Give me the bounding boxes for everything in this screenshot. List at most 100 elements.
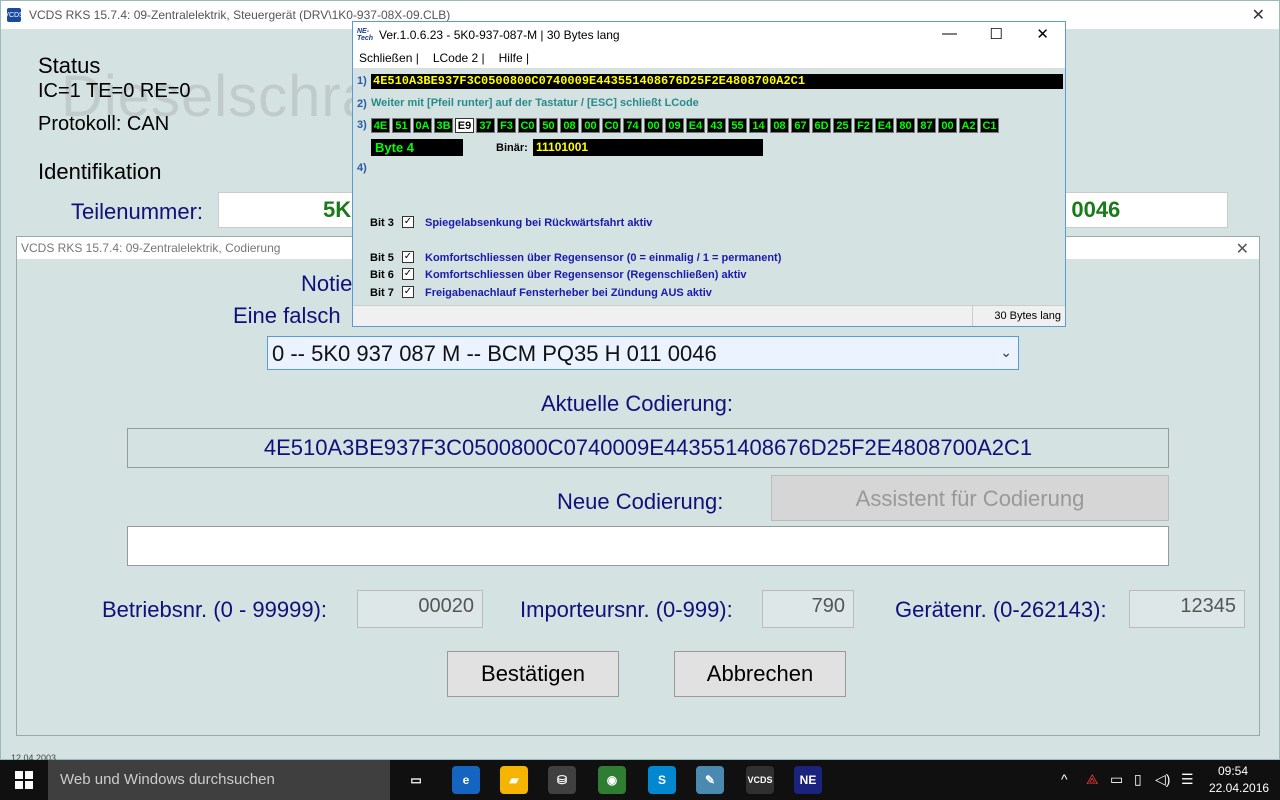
byte-cell[interactable]: E4 (686, 118, 705, 133)
lcode-status-bar: 30 Bytes lang (353, 305, 1065, 326)
main-close-button[interactable]: ✕ (1252, 5, 1265, 25)
byte-cell[interactable]: 3B (434, 118, 453, 133)
byte-cell[interactable]: 4E (371, 118, 390, 133)
workshop-number-input[interactable]: 00020 (357, 590, 483, 628)
clock-time[interactable]: 09:54 (1218, 764, 1248, 778)
acrobat-icon[interactable]: ⟁ (1086, 771, 1099, 788)
byte-length-status: 30 Bytes lang (994, 310, 1061, 322)
network-icon[interactable]: ▯ (1134, 771, 1142, 788)
byte-cell[interactable]: 80 (896, 118, 915, 133)
byte-cell[interactable]: F2 (854, 118, 873, 133)
binary-label: Binär: (496, 142, 528, 154)
byte-cell[interactable]: 00 (644, 118, 663, 133)
clock-date[interactable]: 22.04.2016 (1209, 781, 1269, 795)
bit-label: Bit 5 (370, 252, 394, 264)
byte-cell[interactable]: 43 (707, 118, 726, 133)
byte-cell[interactable]: C0 (602, 118, 621, 133)
bit-7-checkbox[interactable]: ✓ (402, 286, 414, 298)
current-coding-label: Aktuelle Codierung: (541, 391, 734, 416)
cancel-button[interactable]: Abbrechen (674, 651, 846, 697)
row-number-2: 2) (357, 98, 367, 110)
minimize-button[interactable]: — (942, 25, 957, 42)
byte-cell[interactable]: 0A (413, 118, 432, 133)
new-coding-input[interactable] (127, 526, 1169, 566)
protocol-label: Protokoll: CAN (38, 113, 170, 135)
netech-icon[interactable]: NE (794, 766, 822, 794)
byte-cell[interactable]: 51 (392, 118, 411, 133)
hint-text: Weiter mit [Pfeil runter] auf der Tastat… (371, 97, 699, 109)
chrome-icon[interactable]: ◉ (598, 766, 626, 794)
byte-cell[interactable]: C1 (980, 118, 999, 133)
ecu-select[interactable]: 0 -- 5K0 937 087 M -- BCM PQ35 H 011 004… (267, 336, 1019, 370)
byte-cell[interactable]: 09 (665, 118, 684, 133)
byte-cell[interactable]: E9 (455, 118, 474, 133)
byte-cell[interactable]: E4 (875, 118, 894, 133)
importer-number-input[interactable]: 790 (762, 590, 854, 628)
bit-label: Bit 6 (370, 269, 394, 281)
menu-help[interactable]: Hilfe | (499, 51, 529, 65)
volume-icon[interactable]: ◁) (1155, 771, 1170, 788)
task-view-icon[interactable]: ▭ (402, 766, 430, 794)
maximize-button[interactable]: ☐ (990, 25, 1003, 43)
bit-description: Spiegelabsenkung bei Rückwärtsfahrt akti… (425, 217, 653, 229)
store-icon[interactable]: ⛁ (548, 766, 576, 794)
identification-heading: Identifikation (38, 159, 162, 184)
skype-icon[interactable]: S (648, 766, 676, 794)
coding-assistant-button[interactable]: Assistent für Codierung (771, 475, 1169, 521)
new-coding-label: Neue Codierung: (557, 489, 724, 514)
row-number-4: 4) (357, 162, 367, 174)
byte-cell[interactable]: 08 (770, 118, 789, 133)
bit-6-checkbox[interactable]: ✓ (402, 268, 414, 280)
notepad-icon[interactable]: ✎ (696, 766, 724, 794)
byte-cell[interactable]: 00 (938, 118, 957, 133)
lcode-window: NE-Tech Ver.1.0.6.23 - 5K0-937-087-M | 3… (352, 21, 1066, 327)
taskbar-search[interactable]: Web und Windows durchsuchen (48, 760, 390, 800)
coding-close-button[interactable]: ✕ (1236, 239, 1249, 259)
byte-cell[interactable]: 08 (560, 118, 579, 133)
device-number-input[interactable]: 12345 (1129, 590, 1245, 628)
status-heading: Status (38, 53, 101, 78)
teilenummer-label: Teilenummer: (71, 199, 204, 224)
device-number-label: Gerätenr. (0-262143): (895, 597, 1107, 622)
netech-logo-icon: NE-Tech (357, 28, 374, 42)
notice-line-2: Eine falsch (233, 303, 341, 328)
confirm-button[interactable]: Bestätigen (447, 651, 619, 697)
selected-byte-label: Byte 4 (371, 139, 463, 156)
taskbar: Web und Windows durchsuchen ▭ e ▰ ⛁ ◉ S ✎ VCDS N… (0, 760, 1280, 800)
bit-label: Bit 3 (370, 217, 394, 229)
byte-cell[interactable]: 50 (539, 118, 558, 133)
byte-cell[interactable]: 14 (749, 118, 768, 133)
byte-cell[interactable]: C0 (518, 118, 537, 133)
tray-chevron-icon[interactable]: ^ (1061, 771, 1068, 787)
edge-icon[interactable]: e (452, 766, 480, 794)
byte-cell[interactable]: 6D (812, 118, 831, 133)
byte-cell[interactable]: 87 (917, 118, 936, 133)
menu-close[interactable]: Schließen | (359, 51, 419, 65)
byte-cell[interactable]: 67 (791, 118, 810, 133)
battery-icon[interactable]: ▭ (1110, 771, 1123, 788)
main-window-title: VCDS RKS 15.7.4: 09-Zentralelektrik, Ste… (29, 8, 451, 22)
status-line: IC=1 TE=0 RE=0 (38, 80, 191, 102)
vcds-icon[interactable]: VCDS (746, 766, 774, 794)
importer-number-label: Importeursnr. (0-999): (520, 597, 733, 622)
row-number-1: 1) (357, 75, 367, 87)
explorer-icon[interactable]: ▰ (500, 766, 528, 794)
start-button[interactable] (0, 760, 48, 800)
bit-3-checkbox[interactable]: ✓ (402, 216, 414, 228)
chevron-down-icon[interactable]: ⌄ (1000, 344, 1012, 361)
bit-5-checkbox[interactable]: ✓ (402, 251, 414, 263)
notifications-icon[interactable]: ☰ (1181, 771, 1194, 788)
coding-string-bar[interactable]: 4E510A3BE937F3C0500800C0740009E443551408… (371, 74, 1063, 89)
byte-cell[interactable]: A2 (959, 118, 978, 133)
status-divider (972, 306, 973, 326)
byte-cell[interactable]: 25 (833, 118, 852, 133)
byte-cell[interactable]: 00 (581, 118, 600, 133)
lcode-close-button[interactable]: ✕ (1036, 25, 1049, 43)
byte-cell[interactable]: 55 (728, 118, 747, 133)
lcode-menu-bar: Schließen | LCode 2 | Hilfe | (353, 48, 1065, 69)
byte-cell[interactable]: F3 (497, 118, 516, 133)
workshop-number-label: Betriebsnr. (0 - 99999): (102, 597, 328, 622)
byte-cell[interactable]: 74 (623, 118, 642, 133)
menu-lcode2[interactable]: LCode 2 | (433, 51, 485, 65)
byte-cell[interactable]: 37 (476, 118, 495, 133)
